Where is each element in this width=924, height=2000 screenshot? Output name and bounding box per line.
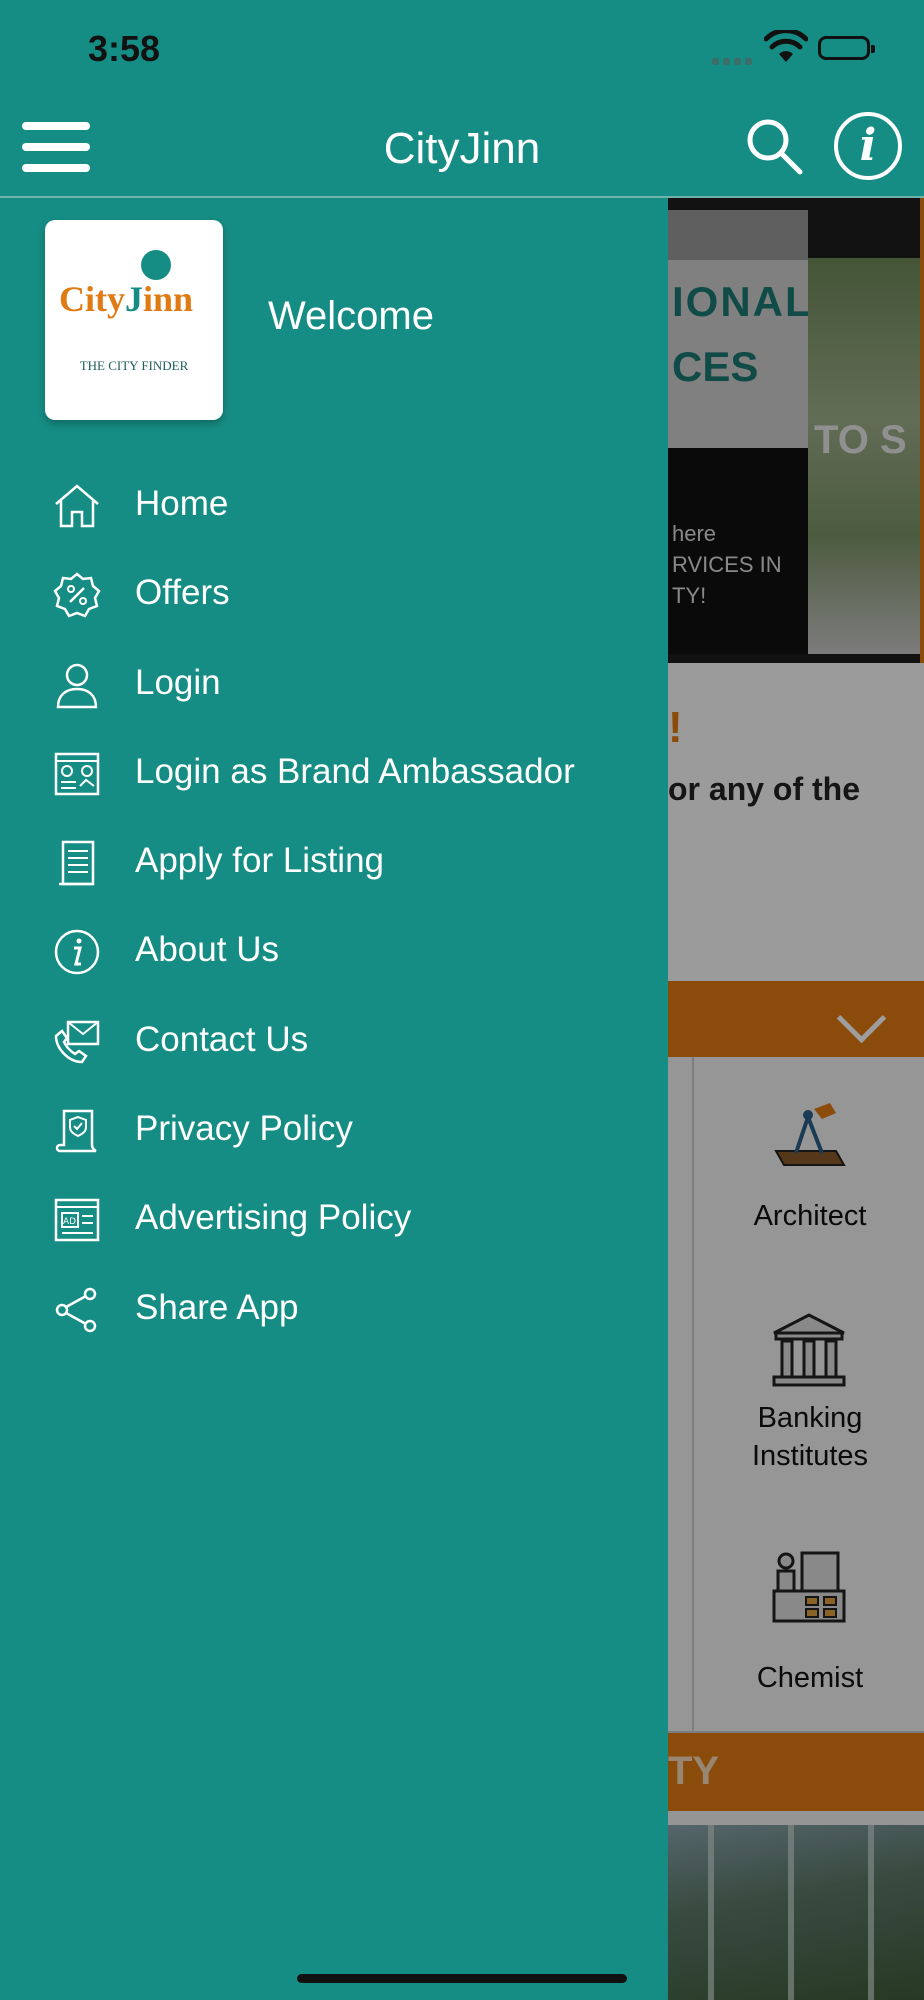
share-icon [55,1287,97,1332]
drawer-item-home[interactable]: Home [0,460,668,549]
drawer-item-about[interactable]: About Us [0,906,668,995]
svg-text:AD: AD [63,1217,76,1227]
drawer-item-privacy[interactable]: Privacy Policy [0,1085,668,1174]
drawer-item-label: Home [135,484,229,523]
home-icon [55,484,99,528]
brand-ambassador-icon [54,752,100,796]
drawer-item-advertising[interactable]: AD Advertising Policy [0,1174,668,1263]
drawer-scrim[interactable] [668,198,924,2000]
document-list-icon [59,840,95,886]
home-indicator[interactable] [297,1974,627,1983]
drawer-item-share[interactable]: Share App [0,1264,668,1353]
battery-icon [818,36,875,60]
ad-window-icon: AD [54,1199,100,1242]
contact-phone-mail-icon [54,1020,100,1064]
info-icon [54,930,100,975]
drawer-item-label: Login [135,662,221,702]
drawer-item-label: Privacy Policy [135,1109,353,1149]
drawer-item-label: Offers [135,573,230,613]
welcome-text: Welcome [268,294,434,338]
cellular-signal-icon [712,52,756,65]
search-icon[interactable] [744,116,804,176]
drawer-menu: Home Offers Login Login as Brand Ambassa… [0,460,668,1353]
status-bar: 3:58 [0,0,924,100]
drawer-item-label: About Us [135,930,279,970]
navigation-drawer: CityJinn THE CITY FINDER Welcome Home Of… [0,198,668,2000]
drawer-item-brand-ambassador[interactable]: Login as Brand Ambassador [0,728,668,817]
wifi-icon [764,30,808,62]
drawer-item-offers[interactable]: Offers [0,549,668,638]
app-bar: CityJinn i [0,100,924,198]
drawer-item-apply-listing[interactable]: Apply for Listing [0,817,668,906]
drawer-item-label: Share App [135,1287,299,1327]
offers-badge-icon [53,572,101,618]
info-icon[interactable]: i [834,112,902,180]
drawer-item-label: Contact Us [135,1019,309,1059]
status-time: 3:58 [88,28,161,69]
drawer-item-login[interactable]: Login [0,639,668,728]
drawer-item-label: Apply for Listing [135,841,385,881]
app-logo: CityJinn THE CITY FINDER [45,220,223,420]
drawer-item-label: Login as Brand Ambassador [135,751,575,791]
privacy-scroll-icon [55,1109,97,1153]
user-icon [56,663,98,708]
drawer-item-label: Advertising Policy [135,1198,412,1238]
genie-logo-icon [141,250,171,280]
drawer-item-contact[interactable]: Contact Us [0,996,668,1085]
